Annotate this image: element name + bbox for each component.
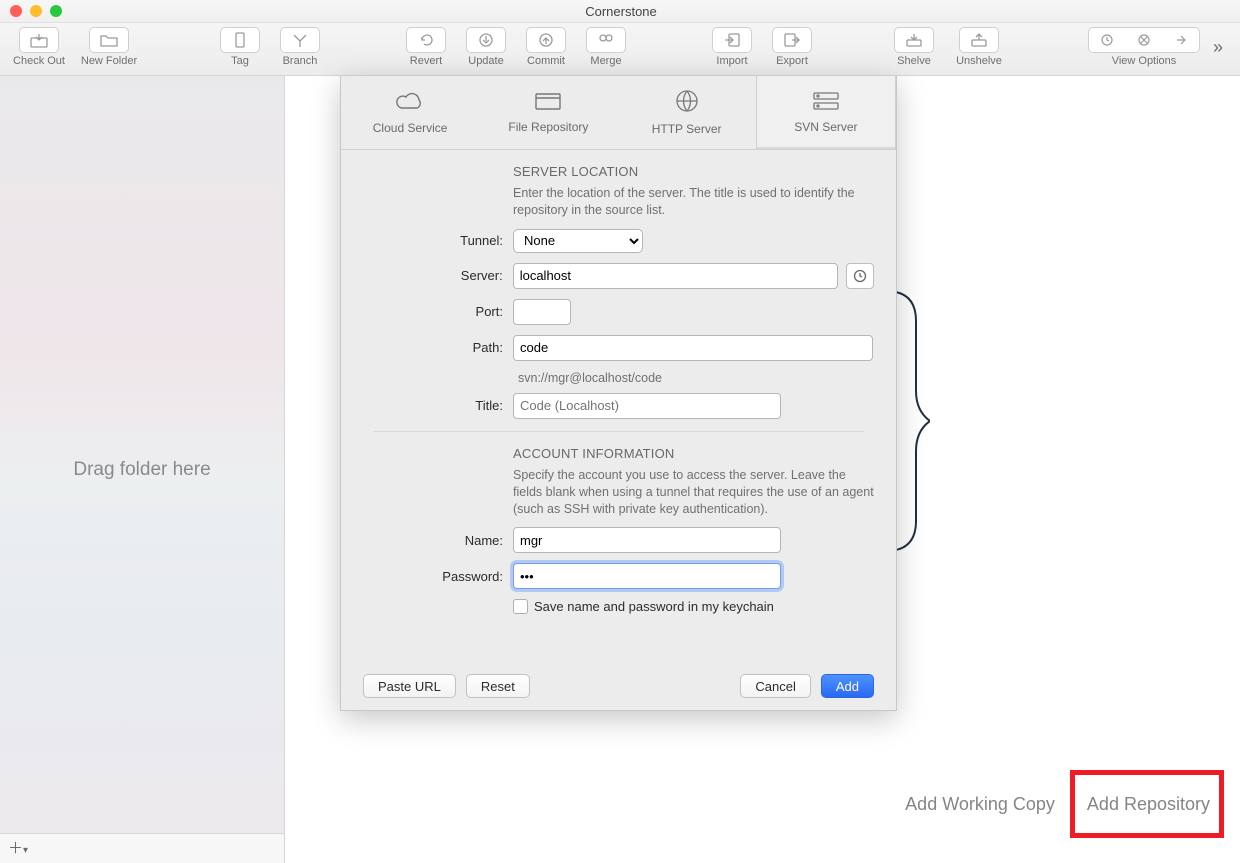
tab-cloud-service[interactable]: Cloud Service [341, 76, 479, 149]
commit-label: Commit [527, 55, 565, 67]
update-label: Update [468, 55, 503, 67]
tunnel-select[interactable]: None [513, 229, 643, 253]
zoom-window-button[interactable] [50, 5, 62, 17]
tab-cloud-label: Cloud Service [373, 121, 448, 135]
import-button[interactable]: Import [706, 27, 758, 67]
revert-label: Revert [410, 55, 442, 67]
merge-button[interactable]: Merge [580, 27, 632, 67]
add-button[interactable]: Add [821, 674, 874, 698]
revert-icon [406, 27, 446, 53]
import-icon [712, 27, 752, 53]
unshelve-button[interactable]: Unshelve [948, 27, 1010, 67]
minimize-window-button[interactable] [30, 5, 42, 17]
password-label: Password: [363, 569, 513, 584]
export-button[interactable]: Export [766, 27, 818, 67]
merge-label: Merge [590, 55, 621, 67]
toolbar-overflow-button[interactable]: » [1204, 27, 1232, 67]
sidebar-footer: ＋▾ [0, 833, 284, 863]
check-out-icon [19, 27, 59, 53]
close-window-button[interactable] [10, 5, 22, 17]
tag-button[interactable]: Tag [214, 27, 266, 67]
server-section-heading: SERVER LOCATION [513, 164, 874, 179]
revert-button[interactable]: Revert [400, 27, 452, 67]
tab-http-server[interactable]: HTTP Server [618, 76, 756, 149]
shelve-button[interactable]: Shelve [888, 27, 940, 67]
window-title: Cornerstone [62, 4, 1180, 19]
add-repository-sheet: Cloud Service File Repository HTTP Serve… [340, 76, 897, 711]
url-preview: svn://mgr@localhost/code [518, 371, 874, 385]
check-out-button[interactable]: Check Out [8, 27, 70, 67]
clock-icon [853, 269, 867, 283]
sheet-tabs: Cloud Service File Repository HTTP Serve… [341, 76, 896, 150]
new-folder-icon [89, 27, 129, 53]
account-section-desc: Specify the account you use to access th… [513, 467, 874, 518]
sheet-footer: Paste URL Reset Cancel Add [363, 674, 874, 698]
toolbar: Check Out New Folder Tag Branch [0, 23, 1240, 76]
add-icon[interactable]: ＋▾ [8, 841, 28, 856]
unshelve-icon [959, 27, 999, 53]
path-label: Path: [363, 340, 513, 355]
tab-file-label: File Repository [508, 120, 588, 134]
server-input[interactable] [513, 263, 838, 289]
add-working-copy-link[interactable]: Add Working Copy [905, 794, 1055, 815]
traffic-lights [10, 5, 62, 17]
sheet-body: SERVER LOCATION Enter the location of th… [341, 150, 896, 626]
port-input[interactable] [513, 299, 571, 325]
tab-svn-server[interactable]: SVN Server [756, 76, 896, 149]
password-input[interactable] [513, 563, 781, 589]
server-label: Server: [363, 268, 513, 283]
reset-button[interactable]: Reset [466, 674, 530, 698]
view-options-icon [1088, 27, 1200, 53]
title-input[interactable] [513, 393, 781, 419]
commit-button[interactable]: Commit [520, 27, 572, 67]
new-folder-label: New Folder [81, 55, 137, 67]
tab-file-repository[interactable]: File Repository [479, 76, 617, 149]
path-input[interactable] [513, 335, 873, 361]
save-keychain-label: Save name and password in my keychain [534, 599, 774, 614]
shelve-label: Shelve [897, 55, 931, 67]
tab-svn-label: SVN Server [794, 120, 857, 134]
shelve-icon [894, 27, 934, 53]
view-options-button[interactable]: View Options [1084, 27, 1204, 67]
update-button[interactable]: Update [460, 27, 512, 67]
tag-icon [220, 27, 260, 53]
server-icon [812, 91, 840, 114]
export-label: Export [776, 55, 808, 67]
sidebar[interactable]: Drag folder here ＋▾ [0, 76, 285, 863]
server-section-desc: Enter the location of the server. The ti… [513, 185, 874, 219]
tunnel-label: Tunnel: [363, 233, 513, 248]
cloud-icon [395, 90, 425, 115]
tag-label: Tag [231, 55, 249, 67]
unshelve-label: Unshelve [956, 55, 1002, 67]
branch-label: Branch [283, 55, 318, 67]
branch-button[interactable]: Branch [274, 27, 326, 67]
account-section-heading: ACCOUNT INFORMATION [513, 446, 874, 461]
cancel-button[interactable]: Cancel [740, 674, 810, 698]
commit-icon [526, 27, 566, 53]
tab-http-label: HTTP Server [652, 122, 722, 136]
view-options-label: View Options [1112, 55, 1177, 67]
folder-icon [534, 91, 562, 114]
title-label: Title: [363, 398, 513, 413]
content-bottom-links: Add Working Copy Add Repository [905, 794, 1210, 815]
port-label: Port: [363, 304, 513, 319]
sidebar-placeholder: Drag folder here [73, 459, 210, 481]
highlight-annotation [1070, 770, 1224, 838]
name-label: Name: [363, 533, 513, 548]
new-folder-button[interactable]: New Folder [78, 27, 140, 67]
server-history-button[interactable] [846, 263, 874, 289]
titlebar: Cornerstone [0, 0, 1240, 23]
branch-icon [280, 27, 320, 53]
import-label: Import [716, 55, 747, 67]
check-out-label: Check Out [13, 55, 65, 67]
paste-url-button[interactable]: Paste URL [363, 674, 456, 698]
update-icon [466, 27, 506, 53]
name-input[interactable] [513, 527, 781, 553]
globe-icon [675, 89, 699, 116]
merge-icon [586, 27, 626, 53]
export-icon [772, 27, 812, 53]
save-keychain-checkbox[interactable] [513, 599, 528, 614]
section-divider [373, 431, 864, 432]
